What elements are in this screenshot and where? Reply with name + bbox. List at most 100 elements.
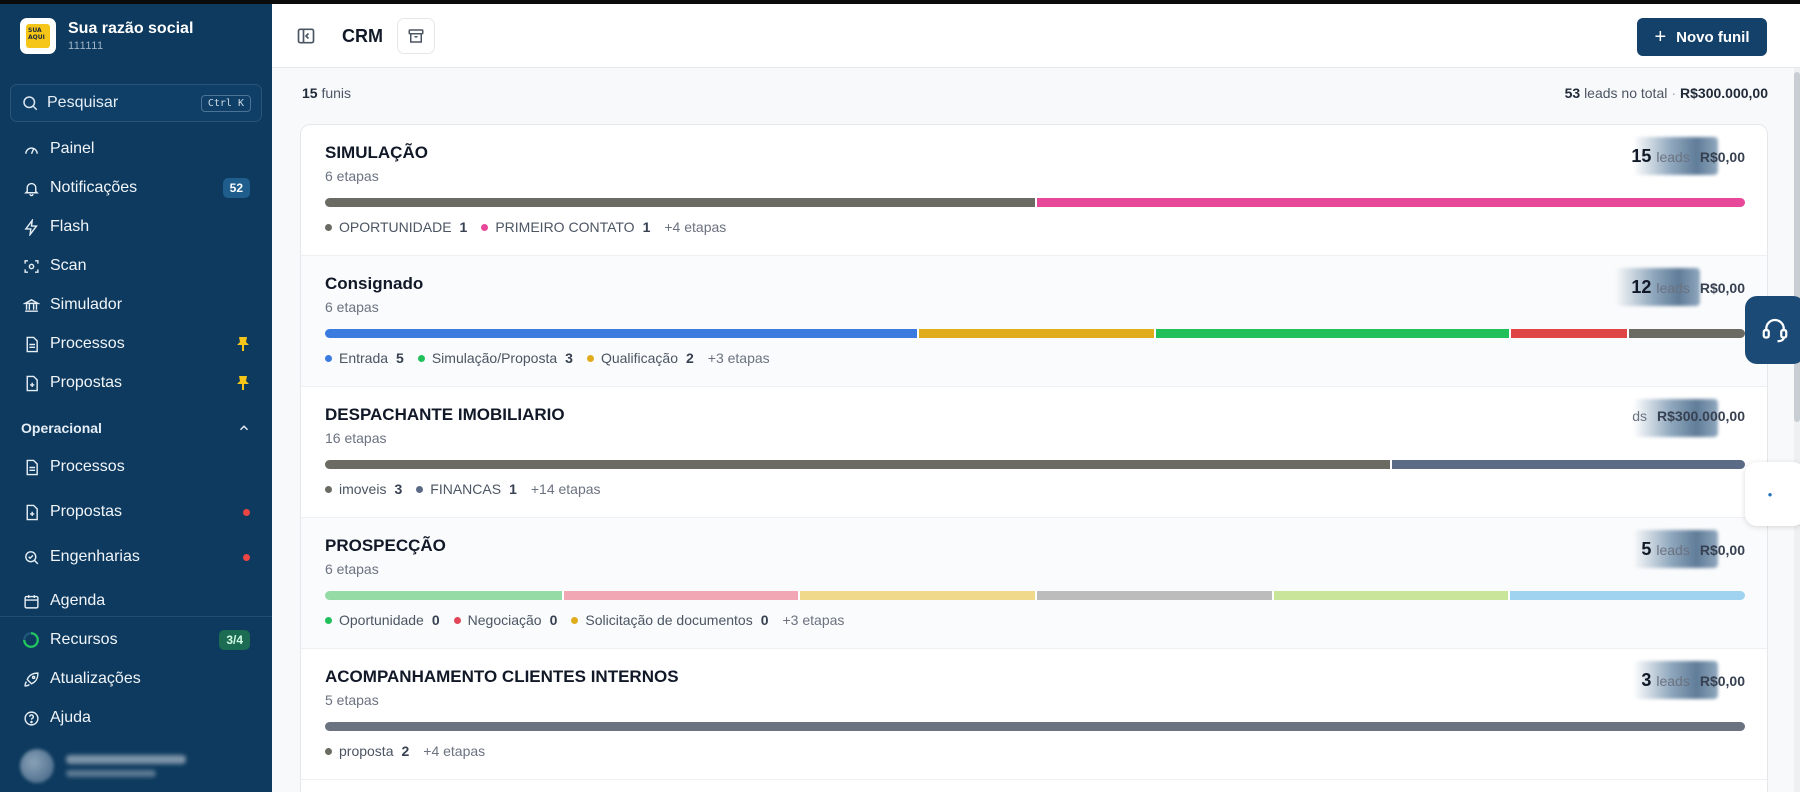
sidebar-item-label: Notificações xyxy=(50,179,138,196)
sidebar-item-atualizacoes[interactable]: Atualizações xyxy=(10,661,262,697)
sidebar-item-notificacoes[interactable]: Notificações 52 xyxy=(10,170,262,206)
sidebar-item-simulador[interactable]: Simulador xyxy=(10,287,262,323)
user-info-blurred xyxy=(66,755,186,777)
funnel-row[interactable]: SIMULAÇÃO 6 etapas 15 leads R$0,00 OPORTUNIDA… xyxy=(301,125,1767,256)
sidebar-item-agenda[interactable]: Agenda xyxy=(10,584,262,612)
search-box[interactable]: Pesquisar Ctrl K xyxy=(10,84,262,122)
stage-dot xyxy=(481,223,489,231)
funnel-stage-segment[interactable] xyxy=(325,198,1035,207)
section-operacional[interactable]: Operacional xyxy=(10,416,262,440)
funnel-stage-segment[interactable] xyxy=(325,460,1390,469)
funnel-stage-segment[interactable] xyxy=(917,329,1155,338)
sidebar-item-engenharias[interactable]: Engenharias xyxy=(10,539,262,575)
sidebar-item-painel[interactable]: Painel xyxy=(10,131,262,167)
chat-widget-button[interactable]: ● xyxy=(1745,462,1800,526)
funnel-stage-segment[interactable] xyxy=(1508,591,1745,600)
funnel-row[interactable]: Consignado 6 etapas 12 leads R$0,00 Entrada 5 S… xyxy=(301,256,1767,387)
funnel-stage-segment[interactable] xyxy=(325,329,918,338)
funnel-stage-segment[interactable] xyxy=(561,591,799,600)
more-stages-label: +4 etapas xyxy=(423,743,486,759)
funnel-stage-segment[interactable] xyxy=(325,722,1745,731)
page-title: CRM xyxy=(342,26,383,46)
avatar xyxy=(20,749,54,783)
file-plus-icon xyxy=(22,374,40,392)
funnel-value: R$300.000,00 xyxy=(1657,408,1745,424)
funnel-stats: 15 leads R$0,00 xyxy=(1631,146,1745,167)
stage-count: 3 xyxy=(565,350,573,366)
stage-dot xyxy=(417,354,425,362)
stage-legend-item: Negociação 0 xyxy=(453,612,558,628)
funnel-row[interactable]: PROSPECÇÃO 6 etapas 5 leads R$0,00 Oportunida… xyxy=(301,518,1767,649)
sidebar: SUA AQUI Sua razão social 111111 Pesquis… xyxy=(0,4,272,792)
funnel-row[interactable]: ACOMPANHAMENTO CLIENTES INTERNOS 5 etapas… xyxy=(301,649,1767,780)
file-plus-icon xyxy=(22,503,40,521)
stage-count: 5 xyxy=(396,350,404,366)
funnel-leads-label: leads xyxy=(1656,673,1690,689)
sidebar-item-label: Painel xyxy=(50,140,95,157)
funnel-legend: Entrada 5 Simulação/Proposta 3 Qualificação 2… xyxy=(325,350,770,366)
search-icon xyxy=(23,96,38,111)
scan-icon xyxy=(22,257,40,275)
brand[interactable]: SUA AQUI Sua razão social 111111 xyxy=(20,18,193,54)
stage-legend-item: PRIMEIRO CONTATO 1 xyxy=(481,219,650,235)
company-id: 111111 xyxy=(68,40,104,52)
stage-dot xyxy=(325,223,332,231)
funnel-stage-segment[interactable] xyxy=(1390,460,1745,469)
sidebar-item-scan[interactable]: Scan xyxy=(10,248,262,284)
sidebar-item-label: Flash xyxy=(50,218,90,235)
main-content: CRM + Novo funil 15 funis 53 leads no to… xyxy=(272,4,1800,792)
sidebar-item-flash[interactable]: Flash xyxy=(10,209,262,245)
funnel-stage-segment[interactable] xyxy=(1627,329,1745,338)
sidebar-item-propostas[interactable]: Propostas xyxy=(10,494,262,530)
sidebar-item-label: Agenda xyxy=(50,592,106,609)
funnel-stage-segment[interactable] xyxy=(1035,198,1745,207)
stage-count: 2 xyxy=(685,350,694,366)
sidebar-item-processos[interactable]: Processos xyxy=(10,449,262,485)
funnel-stats: ds R$300.000,00 xyxy=(1627,408,1745,424)
funnel-stage-segment[interactable] xyxy=(1509,329,1628,338)
sidebar-item-label: Propostas xyxy=(50,374,123,391)
scrollbar[interactable] xyxy=(1794,68,1800,792)
funnel-legend: imoveis 3 FINANCAS 1 +14 etapas xyxy=(325,481,601,497)
search-label: Pesquisar xyxy=(47,94,119,111)
document-icon xyxy=(22,335,40,353)
funnel-legend: Oportunidade 0 Negociação 0 Solicitação de d… xyxy=(325,612,844,628)
archive-button[interactable] xyxy=(397,18,435,54)
funnel-value: R$0,00 xyxy=(1699,149,1745,165)
stage-label: Solicitação de documentos xyxy=(585,612,753,628)
funnel-stage-segment[interactable] xyxy=(1035,591,1272,600)
pin-icon[interactable] xyxy=(236,375,250,391)
sidebar-item-recursos[interactable]: Recursos 3/4 xyxy=(10,622,262,658)
stage-count: 0 xyxy=(549,612,558,628)
funnel-stages-count: 6 etapas xyxy=(325,299,379,315)
funnel-progress-bar xyxy=(325,591,1745,600)
funnel-legend: proposta 2 +4 etapas xyxy=(325,743,485,759)
funnel-stage-segment[interactable] xyxy=(325,591,562,600)
funnel-stage-segment[interactable] xyxy=(1271,591,1509,600)
gauge-icon xyxy=(22,140,40,158)
plus-icon: + xyxy=(1654,26,1667,48)
funnel-row[interactable]: DESPACHANTE IMOBILIARIO 16 etapas ds R$300.… xyxy=(301,387,1767,518)
funnel-stage-segment[interactable] xyxy=(1154,329,1510,338)
stage-count: 1 xyxy=(509,481,517,497)
sidebar-item-processos-pinned[interactable]: Processos xyxy=(10,326,262,362)
stage-legend-item: Oportunidade 0 xyxy=(325,612,440,628)
stage-dot xyxy=(416,485,424,493)
sidebar-toggle-icon[interactable] xyxy=(296,26,316,46)
new-funnel-button[interactable]: + Novo funil xyxy=(1637,18,1767,56)
stage-dot xyxy=(325,616,332,624)
stage-label: imoveis xyxy=(339,481,387,497)
page-header: CRM + Novo funil xyxy=(272,4,1800,68)
sidebar-item-propostas-pinned[interactable]: Propostas xyxy=(10,365,262,401)
stage-count: 1 xyxy=(642,219,651,235)
funnel-leads-count: 5 xyxy=(1641,539,1652,559)
funnel-stages-count: 6 etapas xyxy=(325,561,379,577)
funnel-progress-bar xyxy=(325,329,1745,338)
new-funnel-label: Novo funil xyxy=(1676,28,1750,46)
support-button[interactable] xyxy=(1745,296,1800,364)
funnel-stage-segment[interactable] xyxy=(798,591,1036,600)
user-profile[interactable] xyxy=(10,744,262,788)
pin-icon[interactable] xyxy=(236,336,250,352)
sidebar-item-ajuda[interactable]: Ajuda xyxy=(10,700,262,736)
stage-label: FINANCAS xyxy=(430,481,502,497)
